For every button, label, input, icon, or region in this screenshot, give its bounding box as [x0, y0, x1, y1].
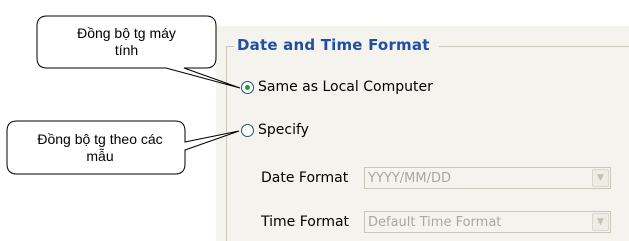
- callout-specify-text: Đồng bộ tg theo các mẫu: [37, 131, 163, 164]
- callout-local-text: Đồng bộ tg máy tính: [77, 25, 176, 58]
